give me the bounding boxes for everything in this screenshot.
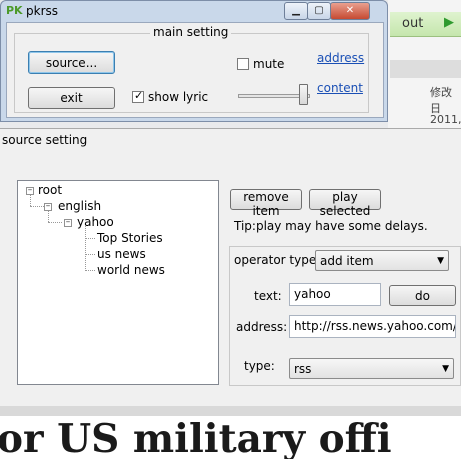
collapse-yahoo-icon[interactable]: – [64,218,72,227]
source-setting-title: source setting [2,133,88,147]
type-value: rss [294,362,312,376]
close-icon: ✕ [345,5,355,16]
pkrss-logo-icon: PK [6,4,23,17]
tree-node-yahoo[interactable]: yahoo [77,215,114,229]
tree-leaf[interactable]: us news [97,247,146,261]
collapse-root-icon[interactable]: – [26,186,34,195]
tree-connector [30,206,44,207]
tree-node-root[interactable]: root [38,183,62,197]
background-column-header: 修改日 [430,86,452,115]
mute-checkbox[interactable] [237,58,249,70]
type-label: type: [244,359,275,373]
headline-text: or US military offi [0,416,392,459]
source-button[interactable]: source... [28,51,115,74]
maximize-button[interactable]: ▢ [307,2,331,20]
pkrss-titlebar: PK pkrss ▁ ▢ ✕ [2,2,370,22]
tree-connector [48,210,49,222]
tree-leaf[interactable]: Top Stories [97,231,163,245]
address-link[interactable]: address [317,51,364,65]
remove-item-button[interactable]: remove item [230,189,302,218]
type-select[interactable]: rss ▼ [289,358,454,379]
minimize-icon: ▁ [292,5,300,16]
collapse-english-icon[interactable]: – [44,202,52,211]
tree-connector [85,254,95,255]
main-setting-legend: main setting [150,25,232,39]
operator-type-value: add item [320,254,374,268]
window-title: pkrss [26,4,59,18]
operator-type-label: operator type: [234,253,321,267]
show-lyric-checkbox[interactable]: ✓ [132,89,144,103]
tip-text: Tip:play may have some delays. [234,219,428,233]
mute-label: mute [253,57,285,71]
background-tab[interactable]: out ▶ [390,12,461,37]
source-tree[interactable]: – root – english – yahoo Top Stories us … [17,180,219,385]
minimize-button[interactable]: ▁ [284,2,308,20]
tree-node-english[interactable]: english [58,199,101,213]
address-input[interactable]: http://rss.news.yahoo.com/rss/t [289,315,456,338]
banner-top-strip [0,406,461,416]
play-selected-button[interactable]: play selected [309,189,381,218]
maximize-icon: ▢ [314,5,324,16]
background-tab-label: out [402,16,424,31]
close-button[interactable]: ✕ [330,2,370,20]
background-date-text: 2011, [430,113,461,126]
tree-leaf[interactable]: world news [97,263,165,277]
tree-connector [85,226,86,269]
play-arrow-icon: ▶ [444,15,454,30]
do-button[interactable]: do [389,285,456,306]
exit-button[interactable]: exit [28,87,115,109]
checkmark-icon: ✓ [134,89,144,102]
background-row [390,60,461,78]
dropdown-arrow-icon: ▼ [437,256,444,266]
address-label: address: [236,320,288,334]
volume-slider-thumb[interactable] [299,84,308,105]
tree-connector [85,270,95,271]
dropdown-arrow-icon: ▼ [442,364,449,374]
text-label: text: [254,289,282,303]
tree-connector [48,222,62,223]
text-input[interactable]: yahoo [289,283,381,306]
tree-connector [30,194,31,206]
tree-connector [85,238,95,239]
content-link[interactable]: content [317,81,363,95]
show-lyric-label: show lyric [148,90,209,104]
operator-type-select[interactable]: add item ▼ [315,250,449,271]
